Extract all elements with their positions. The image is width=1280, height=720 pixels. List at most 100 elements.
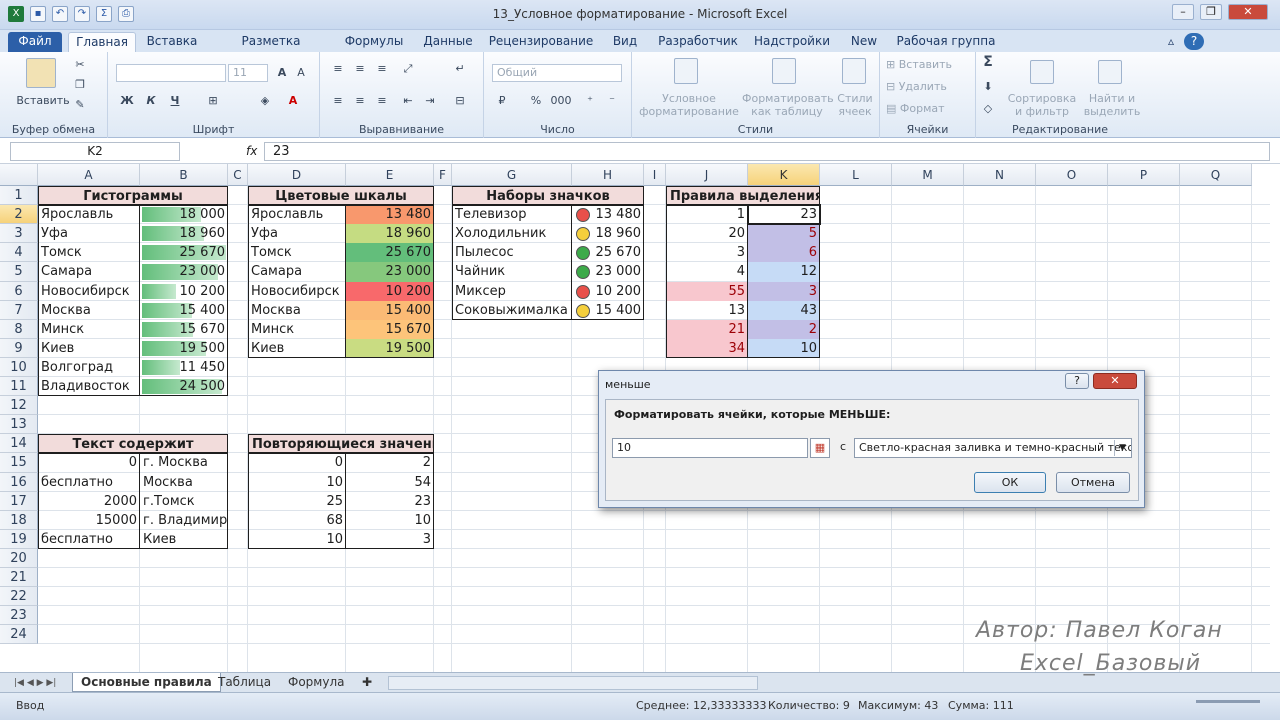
row-header-7[interactable]: 7	[0, 301, 38, 320]
tab-data[interactable]: Данные	[418, 32, 478, 52]
merge-icon[interactable]: ⊟	[452, 94, 468, 107]
row-header-12[interactable]: 12	[0, 396, 38, 415]
row-header-20[interactable]: 20	[0, 549, 38, 568]
paste-button[interactable]: Вставить	[8, 94, 78, 107]
grow-font-icon[interactable]: A	[274, 66, 290, 79]
column-header-g[interactable]: G	[452, 164, 572, 186]
format-cells-button[interactable]: ▤ Формат	[886, 102, 970, 115]
cell-value[interactable]: г. Москва	[140, 453, 228, 473]
tab-view[interactable]: Вид	[606, 32, 644, 52]
row-header-13[interactable]: 13	[0, 415, 38, 434]
column-header-j[interactable]: J	[666, 164, 748, 186]
number-format-combo[interactable]: Общий	[492, 64, 622, 82]
format-select[interactable]: Светло-красная заливка и темно-красный т…	[854, 438, 1132, 458]
fill-color-icon[interactable]: ◈	[258, 94, 272, 107]
cell-value[interactable]: 2000	[38, 492, 140, 511]
cell-value[interactable]: 23	[748, 205, 820, 224]
minimize-button[interactable]: –	[1172, 4, 1194, 20]
cell-value[interactable]: 25 670	[140, 243, 228, 262]
column-header-k[interactable]: K	[748, 164, 820, 186]
find-select-button[interactable]: Найти и выделить	[1080, 92, 1144, 118]
cell-value[interactable]: 23 000	[140, 262, 228, 282]
tab-formulas[interactable]: Формулы	[338, 32, 410, 52]
font-color-icon[interactable]: A	[286, 94, 300, 107]
clear-icon[interactable]: ◇	[980, 102, 996, 115]
cell-city[interactable]: Новосибирск	[248, 282, 346, 301]
conditional-formatting-button[interactable]: Условное форматирование	[636, 92, 742, 118]
format-as-table-button[interactable]: Форматировать как таблицу	[742, 92, 834, 118]
cell-value[interactable]: Москва	[140, 473, 228, 492]
cell-value[interactable]: 10	[248, 473, 346, 492]
borders-icon[interactable]: ⊞	[206, 94, 220, 107]
conditional-formatting-icon[interactable]	[674, 58, 698, 84]
cell-value[interactable]: 10	[346, 511, 434, 530]
decrease-decimal-icon[interactable]: ⁻	[604, 94, 620, 107]
row-header-9[interactable]: 9	[0, 339, 38, 358]
cell-value[interactable]: 15000	[38, 511, 140, 530]
column-header-f[interactable]: F	[434, 164, 452, 186]
cell-city[interactable]: Самара	[38, 262, 140, 282]
cell-value[interactable]: 15 670	[346, 320, 434, 339]
cell-value[interactable]: 19 500	[140, 339, 228, 358]
cell-value[interactable]: 68	[248, 511, 346, 530]
cell-value[interactable]: г. Владимир	[140, 511, 228, 530]
cell-item[interactable]: Холодильник	[452, 224, 572, 243]
cell-city[interactable]: Ярославль	[38, 205, 140, 224]
cell-city[interactable]: Уфа	[38, 224, 140, 243]
tab-addins[interactable]: Надстройки	[752, 32, 832, 52]
help-icon[interactable]: ?	[1184, 33, 1204, 50]
tab-review[interactable]: Рецензирование	[488, 32, 594, 52]
histograms-header[interactable]: Гистограммы	[38, 186, 228, 205]
format-as-table-icon[interactable]	[772, 58, 796, 84]
tab-workgroup[interactable]: Рабочая группа	[896, 32, 996, 52]
autosum-icon[interactable]: Σ	[980, 55, 996, 69]
align-right-icon[interactable]: ≡	[374, 94, 390, 107]
cell-value[interactable]: 15 400	[140, 301, 228, 320]
cancel-button[interactable]: Отмена	[1056, 472, 1130, 493]
cell-value[interactable]: 6	[748, 243, 820, 262]
row-header-23[interactable]: 23	[0, 606, 38, 625]
cell-value[interactable]: бесплатно	[38, 473, 140, 492]
sort-filter-button[interactable]: Сортировка и фильтр	[1006, 92, 1078, 118]
chevron-up-icon[interactable]: ▵	[1162, 32, 1180, 52]
shrink-font-icon[interactable]: A	[294, 66, 308, 79]
row-header-16[interactable]: 16	[0, 473, 38, 492]
tab-developer[interactable]: Разработчик	[656, 32, 740, 52]
cell-value[interactable]: 18 960	[346, 224, 434, 243]
cell-styles-button[interactable]: Стили ячеек	[834, 92, 876, 118]
cell-value[interactable]: 10 200	[346, 282, 434, 301]
column-header-e[interactable]: E	[346, 164, 434, 186]
cell-city[interactable]: Москва	[38, 301, 140, 320]
cell-item[interactable]: Телевизор	[452, 205, 572, 224]
cell-value[interactable]: 1	[666, 205, 748, 224]
highlight-rules-header[interactable]: Правила выделения	[666, 186, 820, 205]
cut-icon[interactable]: ✂	[72, 58, 88, 71]
find-select-icon[interactable]	[1098, 60, 1122, 84]
row-header-5[interactable]: 5	[0, 262, 38, 282]
duplicates-header[interactable]: Повторяющиеся значения	[248, 434, 434, 453]
comma-style-icon[interactable]: 000	[550, 94, 572, 107]
cell-value[interactable]: 5	[748, 224, 820, 243]
cell-city[interactable]: Минск	[38, 320, 140, 339]
underline-button[interactable]: Ч	[168, 94, 182, 107]
row-header-22[interactable]: 22	[0, 587, 38, 606]
horizontal-scrollbar[interactable]	[388, 676, 758, 690]
cell-value[interactable]: 34	[666, 339, 748, 358]
column-header-q[interactable]: Q	[1180, 164, 1252, 186]
cell-value[interactable]: 13	[666, 301, 748, 320]
cell-value[interactable]: 10 200	[140, 282, 228, 301]
sort-filter-icon[interactable]	[1030, 60, 1054, 84]
row-header-17[interactable]: 17	[0, 492, 38, 511]
cell-city[interactable]: Волгоград	[38, 358, 140, 377]
row-header-2[interactable]: 2	[0, 205, 38, 224]
tab-insert[interactable]: Вставка	[142, 32, 202, 52]
cell-value[interactable]: 12	[748, 262, 820, 282]
column-header-d[interactable]: D	[248, 164, 346, 186]
column-header-l[interactable]: L	[820, 164, 892, 186]
indent-decrease-icon[interactable]: ⇤	[400, 94, 416, 107]
icon-sets-header[interactable]: Наборы значков	[452, 186, 644, 205]
cell-city[interactable]: Москва	[248, 301, 346, 320]
column-header-n[interactable]: N	[964, 164, 1036, 186]
align-top-icon[interactable]: ≡	[330, 62, 346, 75]
currency-icon[interactable]: ₽	[494, 94, 510, 107]
